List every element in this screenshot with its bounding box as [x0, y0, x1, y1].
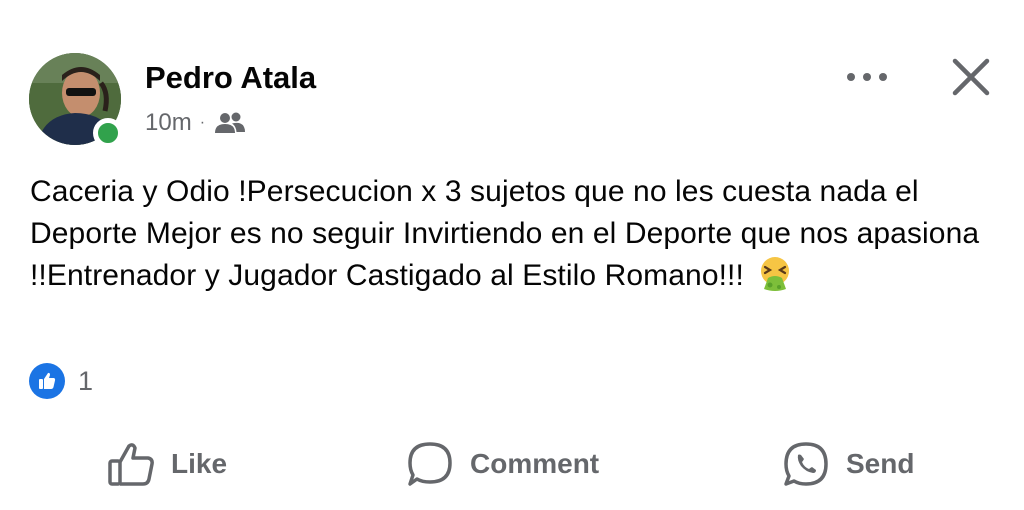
- author-name[interactable]: Pedro Atala: [145, 60, 316, 96]
- comment-bubble-icon: [408, 442, 452, 486]
- more-options-button[interactable]: [842, 62, 892, 92]
- send-button[interactable]: Send: [782, 438, 914, 490]
- whatsapp-send-icon: [784, 442, 828, 486]
- close-icon[interactable]: [950, 56, 992, 98]
- nauseated-vomiting-face-icon: [761, 257, 790, 291]
- meta-separator: ·: [199, 114, 206, 131]
- comment-button[interactable]: Comment: [406, 438, 599, 490]
- like-button[interactable]: Like: [107, 438, 227, 490]
- more-dot-icon: [879, 73, 887, 81]
- friends-icon[interactable]: [215, 111, 246, 135]
- more-dot-icon: [863, 73, 871, 81]
- online-status-dot: [93, 118, 123, 148]
- comment-label: Comment: [470, 448, 600, 479]
- send-label: Send: [846, 448, 915, 479]
- more-dot-icon: [847, 73, 855, 81]
- reaction-count: 1: [78, 365, 94, 396]
- thumbs-up-outline-icon: [108, 443, 154, 486]
- post-text: Caceria y Odio !Persecucion x 3 sujetos …: [30, 175, 980, 292]
- reaction-summary[interactable]: 1: [29, 363, 93, 399]
- post-body: Caceria y Odio !Persecucion x 3 sujetos …: [30, 171, 990, 297]
- post-timestamp[interactable]: 10m: [145, 109, 192, 137]
- thumbs-up-icon: [29, 363, 65, 399]
- post-meta: 10m ·: [145, 109, 246, 137]
- like-label: Like: [171, 448, 228, 479]
- author-avatar-container[interactable]: [29, 53, 123, 148]
